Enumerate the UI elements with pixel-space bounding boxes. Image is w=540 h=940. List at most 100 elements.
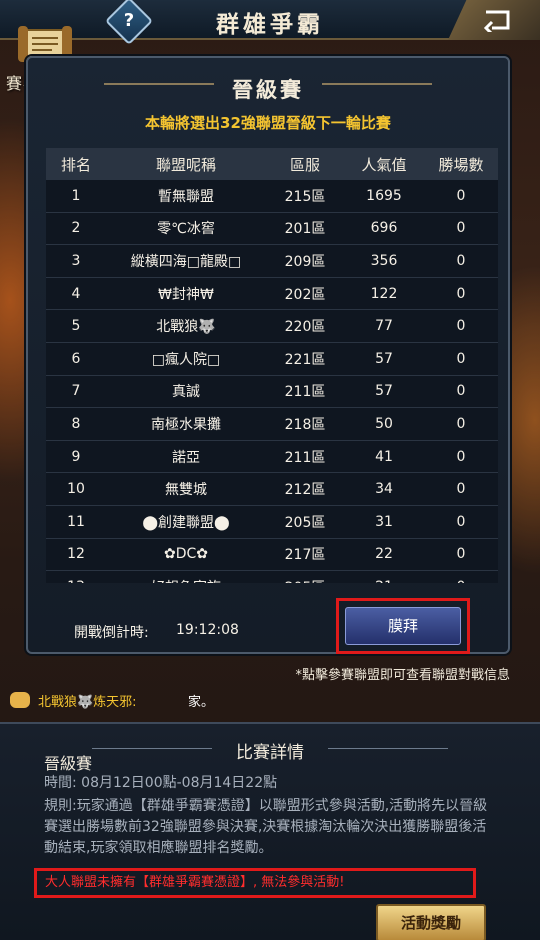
server-cell: 218區 bbox=[284, 416, 326, 433]
popularity-cell: 21 bbox=[344, 579, 424, 583]
table-row[interactable]: 4 ₩封神₩ 202區 122 0 bbox=[46, 278, 498, 311]
rank-cell: 2 bbox=[71, 220, 81, 237]
table-row[interactable]: 9 諾亞 211區 41 0 bbox=[46, 441, 498, 474]
server-cell: 217區 bbox=[284, 547, 326, 564]
popularity-cell: 1695 bbox=[366, 187, 402, 204]
wins-cell: 0 bbox=[456, 481, 466, 498]
popularity-cell: 77 bbox=[375, 318, 393, 335]
ranking-table[interactable]: 排名 聯盟呢稱 區服 人氣值 勝場數 1 暫無聯盟 215區 1695 0 2 零℃冰窖 20… bbox=[46, 148, 498, 583]
rank-cell: 8 bbox=[71, 415, 81, 432]
wins-cell: 0 bbox=[456, 513, 466, 530]
alliance-name-cell: 零℃冰窖 bbox=[157, 221, 215, 238]
countdown-label: 開戰倒計時: bbox=[74, 625, 149, 641]
popularity-cell: 696 bbox=[370, 220, 398, 237]
popularity-cell: 31 bbox=[375, 513, 393, 530]
rank-cell: 9 bbox=[71, 448, 81, 465]
stage-name: 晉級賽 bbox=[44, 754, 93, 773]
alliance-name-cell: 無雙城 bbox=[165, 482, 207, 499]
table-row[interactable]: 8 南極水果攤 218區 50 0 bbox=[46, 408, 498, 441]
countdown-value: 19:12:08 bbox=[176, 622, 239, 638]
alliance-name-cell: 好想急家族 bbox=[106, 577, 266, 583]
wins-cell: 0 bbox=[424, 579, 498, 583]
server-cell: 201區 bbox=[284, 221, 326, 238]
ranking-panel: 晉級賽 本輪將選出32強聯盟晉級下一輪比賽 排名 聯盟呢稱 區服 人氣值 勝場數… bbox=[26, 56, 510, 654]
table-row[interactable]: 3 縱橫四海□龍殿□ 209區 356 0 bbox=[46, 245, 498, 278]
rank-cell: 6 bbox=[71, 350, 81, 367]
table-row[interactable]: 13好想急家族205區210 bbox=[46, 571, 498, 583]
rank-cell: 11 bbox=[67, 513, 85, 530]
col-popularity: 人氣值 bbox=[361, 155, 407, 174]
server-cell: 205區 bbox=[284, 514, 326, 531]
match-details-panel: 比賽詳情 晉級賽 時間: 08月12日00點-08月14日22點 規則:玩家通過… bbox=[0, 722, 540, 940]
alliance-name-cell: 諾亞 bbox=[172, 449, 200, 466]
col-alliance-name: 聯盟呢稱 bbox=[155, 155, 216, 174]
popularity-cell: 57 bbox=[375, 350, 393, 367]
event-rewards-button[interactable]: 活動獎勵 bbox=[376, 904, 486, 940]
alliance-name-cell: ₩封神₩ bbox=[158, 286, 214, 303]
wins-cell: 0 bbox=[456, 252, 466, 269]
popularity-cell: 41 bbox=[375, 448, 393, 465]
rank-cell: 7 bbox=[71, 383, 81, 400]
eligibility-warning: 大人聯盟未擁有【群雄爭霸賽憑證】, 無法參與活動! bbox=[34, 868, 476, 898]
wins-cell: 0 bbox=[456, 350, 466, 367]
rank-cell: 5 bbox=[71, 318, 81, 335]
table-row[interactable]: 6 □瘋人院□ 221區 57 0 bbox=[46, 343, 498, 376]
table-row[interactable]: 5 北戰狼🐺 220區 77 0 bbox=[46, 310, 498, 343]
info-note: *點擊參賽聯盟即可查看聯盟對戰信息 bbox=[295, 668, 510, 683]
event-rules: 規則:玩家通過【群雄爭霸賽憑證】以聯盟形式參與活動,活動將先以晉級賽選出勝場數前… bbox=[44, 798, 488, 856]
back-arrow-icon bbox=[483, 10, 510, 32]
table-row[interactable]: 1 暫無聯盟 215區 1695 0 bbox=[46, 180, 498, 213]
wins-cell: 0 bbox=[456, 383, 466, 400]
worship-button-label[interactable]: 膜拜 bbox=[345, 607, 461, 645]
popularity-cell: 50 bbox=[375, 415, 393, 432]
wins-cell: 0 bbox=[456, 187, 466, 204]
col-rank: 排名 bbox=[60, 155, 91, 174]
rank-cell: 12 bbox=[67, 546, 85, 563]
rank-cell: 1 bbox=[71, 187, 81, 204]
table-row[interactable]: 12 ✿DC✿ 217區 22 0 bbox=[46, 539, 498, 572]
event-time: 時間: 08月12日00點-08月14日22點 bbox=[44, 775, 278, 791]
worship-button[interactable]: 膜拜 bbox=[336, 598, 470, 654]
popularity-cell: 356 bbox=[370, 252, 398, 269]
wins-cell: 0 bbox=[456, 546, 466, 563]
popularity-cell: 122 bbox=[370, 285, 398, 302]
rank-cell: 13 bbox=[46, 579, 106, 583]
server-cell: 221區 bbox=[284, 351, 326, 368]
alliance-name-cell: 北戰狼🐺 bbox=[156, 319, 216, 336]
alliance-name-cell: 縱橫四海□龍殿□ bbox=[130, 253, 242, 270]
rank-cell: 3 bbox=[71, 252, 81, 269]
wins-cell: 0 bbox=[456, 220, 466, 237]
top-bar: ? 群雄爭霸 bbox=[0, 0, 540, 46]
server-cell: 211區 bbox=[284, 449, 326, 466]
wins-cell: 0 bbox=[456, 285, 466, 302]
chat-message: 家。 bbox=[188, 695, 215, 710]
col-server: 區服 bbox=[289, 155, 320, 174]
table-row[interactable]: 7 真誠 211區 57 0 bbox=[46, 376, 498, 409]
panel-subtitle: 本輪將選出32強聯盟晉級下一輪比賽 bbox=[145, 114, 391, 132]
wins-cell: 0 bbox=[456, 318, 466, 335]
popularity-cell: 57 bbox=[375, 383, 393, 400]
alliance-name-cell: ✿DC✿ bbox=[163, 546, 209, 563]
chat-sender: 北戰狼🐺炼天邪: bbox=[38, 695, 137, 710]
wins-cell: 0 bbox=[456, 415, 466, 432]
col-wins: 勝場數 bbox=[438, 155, 484, 174]
server-cell: 211區 bbox=[284, 384, 326, 401]
table-row[interactable]: 2 零℃冰窖 201區 696 0 bbox=[46, 213, 498, 246]
server-cell: 220區 bbox=[284, 319, 326, 336]
rank-cell: 4 bbox=[71, 285, 81, 302]
chat-bubble-icon bbox=[10, 692, 30, 708]
alliance-name-cell: 南極水果攤 bbox=[151, 416, 221, 433]
wins-cell: 0 bbox=[456, 448, 466, 465]
server-cell: 202區 bbox=[284, 286, 326, 303]
rank-cell: 10 bbox=[67, 481, 85, 498]
table-row[interactable]: 10 無雙城 212區 34 0 bbox=[46, 473, 498, 506]
panel-title: 晉級賽 bbox=[232, 77, 304, 102]
popularity-cell: 34 bbox=[375, 481, 393, 498]
server-cell: 209區 bbox=[284, 253, 326, 270]
alliance-name-cell: 暫無聯盟 bbox=[158, 188, 214, 205]
popularity-cell: 22 bbox=[375, 546, 393, 563]
table-header: 排名 聯盟呢稱 區服 人氣值 勝場數 bbox=[46, 148, 498, 180]
alliance-name-cell: 真誠 bbox=[172, 384, 200, 401]
alliance-name-cell: ⬤創建聯盟⬤ bbox=[142, 514, 230, 531]
table-row[interactable]: 11 ⬤創建聯盟⬤ 205區 31 0 bbox=[46, 506, 498, 539]
